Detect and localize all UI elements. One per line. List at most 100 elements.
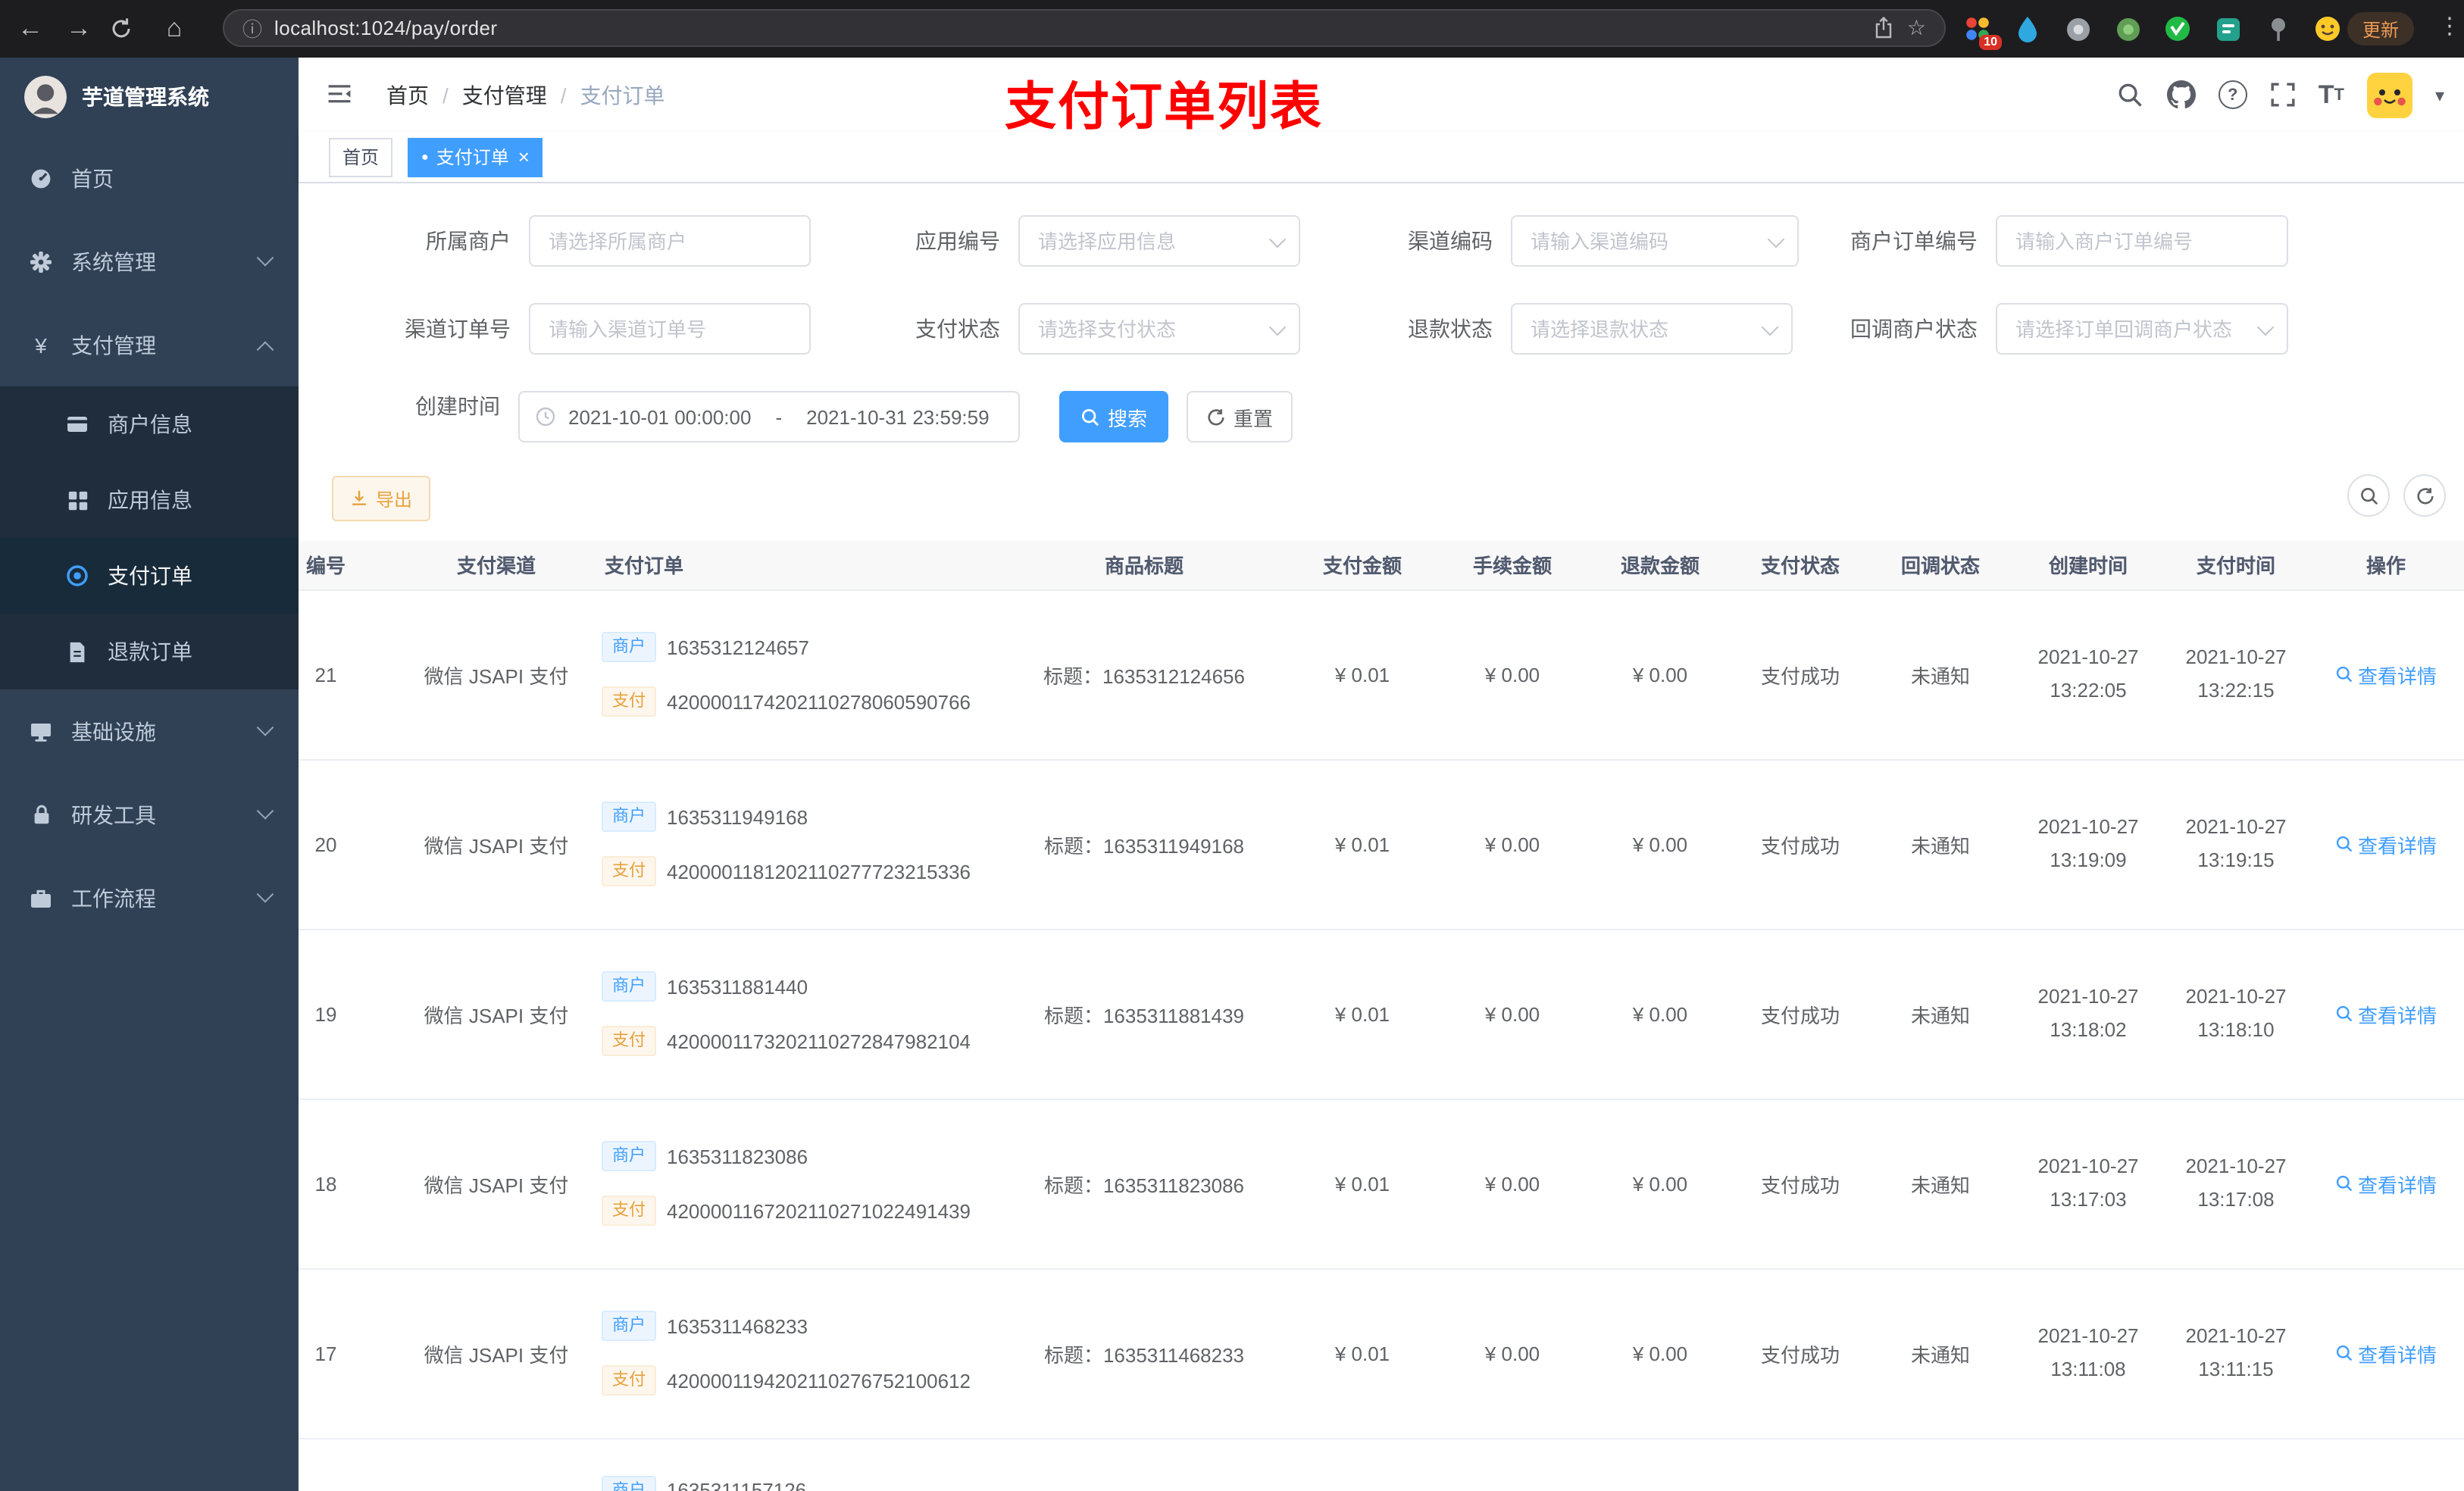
cell-id: 19 bbox=[299, 929, 409, 1099]
table-row-partial: 商户 1635311157126 bbox=[299, 1438, 2464, 1491]
view-detail-link[interactable]: 查看详情 bbox=[2335, 999, 2437, 1028]
breadcrumb-home[interactable]: 首页 bbox=[386, 80, 429, 110]
font-size-icon[interactable]: TT bbox=[2319, 80, 2344, 110]
extension-badge: 10 bbox=[1979, 35, 2002, 50]
filter-label: 渠道订单号 bbox=[405, 317, 511, 341]
channel-code-select[interactable] bbox=[1511, 215, 1799, 267]
date-range-picker[interactable]: 2021-10-01 00:00:00 - 2021-10-31 23:59:5… bbox=[518, 391, 1020, 442]
filter-label: 商户订单编号 bbox=[1850, 229, 1978, 253]
pay-no: 4200001174202110278060590766 bbox=[667, 690, 971, 713]
cell-channel: 微信 JSAPI 支付 bbox=[409, 1268, 583, 1439]
extension-pin-icon[interactable] bbox=[2261, 12, 2294, 45]
channel-order-no-input[interactable] bbox=[529, 303, 811, 355]
pay-status-select[interactable] bbox=[1018, 303, 1300, 355]
tab-home[interactable]: 首页 bbox=[329, 137, 393, 177]
browser-menu-icon[interactable]: ⋮ bbox=[2438, 12, 2461, 39]
extension-vue-devtools-icon[interactable] bbox=[2161, 12, 2194, 45]
help-icon[interactable]: ? bbox=[2218, 80, 2247, 109]
browser-url-bar[interactable]: ⓘ localhost:1024/pay/order ☆ bbox=[223, 9, 1946, 47]
filter-label: 应用编号 bbox=[915, 229, 1000, 253]
browser-forward-icon[interactable]: → bbox=[61, 14, 97, 44]
app-no-select[interactable] bbox=[1018, 215, 1300, 267]
view-detail-link[interactable]: 查看详情 bbox=[2335, 1169, 2437, 1198]
sidebar-toggle-icon[interactable] bbox=[326, 80, 353, 108]
refresh-icon bbox=[1206, 407, 1226, 427]
browser-update-button[interactable]: 更新 bbox=[2347, 12, 2415, 45]
chevron-down-icon bbox=[256, 885, 274, 902]
breadcrumb-payment[interactable]: 支付管理 bbox=[462, 80, 547, 110]
cell-pay-order: 商户 1635311823086 支付 4200001167202110271022… bbox=[583, 1099, 1000, 1269]
sidebar-item-infrastructure[interactable]: 基础设施 bbox=[0, 689, 299, 773]
extension-face-icon[interactable] bbox=[2311, 12, 2344, 45]
cell-notify-status: 未通知 bbox=[1868, 1099, 2012, 1269]
cell-title: 标题：1635311468233 bbox=[1000, 1268, 1288, 1439]
view-detail-link[interactable]: 查看详情 bbox=[2335, 660, 2437, 689]
browser-reload-icon[interactable] bbox=[109, 17, 145, 41]
sidebar-item-refund-order[interactable]: 退款订单 bbox=[0, 614, 299, 689]
cell-refund: ¥ 0.00 bbox=[1588, 1099, 1732, 1269]
refresh-table-button[interactable] bbox=[2403, 474, 2446, 517]
main-content: 所属商户 应用编号 渠道编码 商户订单编号 bbox=[299, 183, 2464, 1491]
sidebar-item-system[interactable]: 系统管理 bbox=[0, 220, 299, 303]
notify-status-select[interactable] bbox=[1996, 303, 2288, 355]
view-detail-link[interactable]: 查看详情 bbox=[2335, 1339, 2437, 1368]
cell-channel: 微信 JSAPI 支付 bbox=[409, 589, 583, 760]
tab-pay-order[interactable]: ● 支付订单 × bbox=[408, 137, 543, 177]
cell-amount: ¥ 0.01 bbox=[1288, 929, 1437, 1099]
cell-fee: ¥ 0.00 bbox=[1437, 589, 1588, 760]
tab-close-icon[interactable]: × bbox=[518, 147, 530, 167]
fullscreen-icon[interactable] bbox=[2270, 82, 2296, 108]
chevron-down-icon bbox=[256, 802, 274, 819]
extension-grid-icon[interactable]: 10 bbox=[1961, 12, 2002, 50]
sidebar-item-dev-tools[interactable]: 研发工具 bbox=[0, 773, 299, 856]
browser-home-icon[interactable]: ⌂ bbox=[156, 14, 192, 44]
extension-toolbar: 10 bbox=[1961, 12, 2344, 50]
merchant-tag: 商户 bbox=[602, 1141, 656, 1171]
view-detail-link[interactable]: 查看详情 bbox=[2335, 830, 2437, 858]
col-title: 商品标题 bbox=[1000, 541, 1288, 590]
github-icon[interactable] bbox=[2166, 80, 2196, 109]
extension-drop-icon[interactable] bbox=[2011, 12, 2044, 45]
col-refund: 退款金额 bbox=[1588, 541, 1732, 590]
extension-chat-icon[interactable] bbox=[2211, 12, 2244, 45]
sidebar-item-pay-order[interactable]: 支付订单 bbox=[0, 538, 299, 614]
browser-window: ← → ⌂ ⓘ localhost:1024/pay/order ☆ 10 更新… bbox=[0, 0, 2464, 1491]
avatar-dropdown-caret-icon[interactable]: ▾ bbox=[2435, 84, 2444, 105]
sidebar-item-merchant-info[interactable]: 商户信息 bbox=[0, 386, 299, 462]
merchant-tag: 商户 bbox=[602, 802, 656, 832]
export-button-label: 导出 bbox=[376, 489, 413, 510]
merchant-tag: 商户 bbox=[602, 1311, 656, 1341]
lock-icon bbox=[27, 801, 55, 828]
filter-label: 支付状态 bbox=[915, 317, 1000, 341]
merchant-select[interactable] bbox=[529, 215, 811, 267]
extension-gray-icon[interactable] bbox=[2061, 12, 2094, 45]
reset-button-label: 重置 bbox=[1233, 407, 1273, 430]
col-pay-status: 支付状态 bbox=[1732, 541, 1868, 590]
cell-pay-order: 商户 1635311949168 支付 4200001181202110277723… bbox=[583, 759, 1000, 930]
cell-fee: ¥ 0.00 bbox=[1437, 1268, 1588, 1439]
refund-status-select[interactable] bbox=[1511, 303, 1793, 355]
search-icon[interactable] bbox=[2117, 81, 2144, 108]
bookmark-star-icon[interactable]: ☆ bbox=[1907, 15, 1926, 41]
app-logo[interactable]: 芋道管理系统 bbox=[0, 58, 299, 136]
sidebar-item-home[interactable]: 首页 bbox=[0, 136, 299, 220]
extension-green-circle-icon[interactable] bbox=[2111, 12, 2144, 45]
cell-pay-status: 支付成功 bbox=[1732, 589, 1868, 760]
share-icon[interactable] bbox=[1874, 17, 1895, 39]
sidebar-item-payment[interactable]: ¥ 支付管理 bbox=[0, 303, 299, 386]
view-detail-label: 查看详情 bbox=[2357, 1174, 2437, 1196]
top-navbar: 首页 / 支付管理 / 支付订单 支付订单列表 ? TT ▾ bbox=[299, 58, 2464, 136]
search-button[interactable]: 搜索 bbox=[1059, 391, 1168, 442]
reset-button[interactable]: 重置 bbox=[1187, 391, 1293, 442]
user-avatar[interactable] bbox=[2366, 72, 2412, 117]
merchant-order-no-input[interactable] bbox=[1996, 215, 2288, 267]
browser-back-icon[interactable]: ← bbox=[12, 14, 48, 44]
col-fee: 手续金额 bbox=[1437, 541, 1588, 590]
table-row: 19 微信 JSAPI 支付 商户 1635311881440 支付 4200001… bbox=[299, 929, 2464, 1099]
sidebar-item-workflow[interactable]: 工作流程 bbox=[0, 856, 299, 939]
export-button[interactable]: 导出 bbox=[332, 476, 431, 521]
sidebar-item-app-info[interactable]: 应用信息 bbox=[0, 462, 299, 538]
filter-field-refund-status: 退款状态 bbox=[1311, 303, 1793, 355]
toggle-search-button[interactable] bbox=[2347, 474, 2390, 517]
site-info-icon[interactable]: ⓘ bbox=[242, 14, 262, 42]
